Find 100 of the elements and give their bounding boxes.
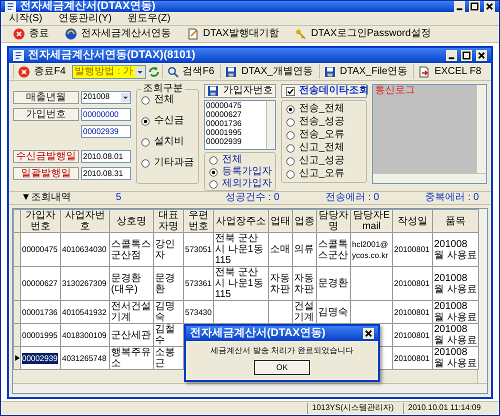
dialog-message: 세금계산서 발송 처리가 완료되었습니다 [210, 345, 354, 357]
radio-button[interactable] [286, 170, 295, 178]
scrollbar[interactable] [476, 85, 486, 173]
stop-icon [18, 66, 30, 78]
ok-button[interactable]: OK [254, 360, 310, 375]
export-icon [418, 66, 430, 78]
close-button[interactable] [363, 328, 374, 339]
list-item[interactable]: 00002939 [206, 137, 266, 146]
close-button[interactable] [484, 1, 495, 12]
toolbar-button[interactable]: 종료F4 [13, 64, 70, 79]
table-cell[interactable]: 소봉근 [155, 347, 182, 369]
status-panel: 2010.10.01 11:14:09 [403, 403, 495, 414]
radio-button[interactable] [286, 130, 295, 140]
date-field[interactable]: 2010.08.31 [81, 166, 131, 180]
document-icon [187, 28, 199, 40]
radio-button[interactable] [209, 168, 218, 176]
radio-button[interactable] [286, 104, 295, 114]
close-button[interactable] [476, 50, 487, 61]
list-item[interactable]: 00000627 [206, 110, 266, 119]
maximize-button[interactable] [461, 50, 472, 61]
radio-button[interactable] [141, 116, 150, 126]
table-cell[interactable]: 김명숙 [155, 301, 182, 323]
result-count: 5 [116, 193, 122, 203]
toolbar-button[interactable]: DTAX_File연동 [318, 64, 412, 79]
radio-label: 전체 [222, 155, 242, 165]
key-icon [294, 28, 307, 40]
checkbox[interactable] [286, 86, 295, 96]
field-label: 매출년월 [13, 90, 79, 104]
scrollbar[interactable] [266, 101, 275, 149]
table-cell[interactable]: 전북 군산시 나운1동 115 [215, 233, 267, 266]
table-cell[interactable]: 201008월 사용료 [434, 347, 477, 369]
status-panel: 1013YS(시스템관리자) [307, 403, 399, 414]
radio-button[interactable] [141, 96, 150, 104]
radio-label: 전송_오류 [299, 130, 345, 140]
app-icon [5, 1, 16, 12]
table-cell[interactable]: 건설기계 [294, 301, 315, 323]
menu-item[interactable]: 윈도우(Z) [128, 14, 170, 24]
list-item[interactable]: 00001736 [206, 119, 266, 128]
field-label: 가입번호 [13, 108, 79, 120]
filter-dropdown[interactable]: 발행방법 : 가 [72, 64, 146, 78]
subscriber-button[interactable]: 가입자번호 [204, 84, 276, 98]
radio-label: 등록가입자 [222, 167, 272, 177]
table-cell[interactable]: 201008월 사용료 [434, 301, 477, 323]
maximize-button[interactable] [469, 1, 480, 12]
column-header[interactable]: 사업장주소 [214, 210, 268, 232]
column-header[interactable]: 담당자명 [316, 210, 350, 232]
column-header[interactable]: 담당자Email [350, 210, 392, 232]
toolbar-button[interactable]: 종료 [13, 28, 49, 40]
column-header[interactable]: 가입자번호 [20, 210, 60, 232]
scrollbar[interactable] [13, 383, 487, 393]
column-header[interactable]: 사업자번호 [60, 210, 110, 232]
radio-button[interactable] [286, 156, 295, 166]
menu-item[interactable]: 시작(S) [9, 14, 42, 24]
radio-button[interactable] [209, 180, 218, 188]
column-header[interactable]: 상호명 [110, 210, 154, 232]
month-dropdown[interactable]: 201008 [81, 90, 131, 104]
date-field[interactable]: 2010.08.01 [81, 150, 131, 162]
toolbar-button[interactable]: DTAX발행대기함 [187, 28, 279, 40]
table-cell[interactable]: 전북 군산시 나운1동 115 [215, 267, 267, 300]
minimize-button[interactable] [454, 1, 465, 12]
column-header[interactable]: 작성일 [392, 210, 432, 232]
radio-button[interactable] [209, 156, 218, 164]
table-cell[interactable]: 김철수 [155, 324, 182, 346]
window-title: 전자세금계산서(DTAX연동) [20, 1, 156, 12]
column-header[interactable]: 대표자명 [154, 210, 184, 232]
toolbar-button[interactable]: DTAX로그인Password설정 [294, 28, 431, 40]
table-cell[interactable]: 행복주유소 [111, 347, 152, 369]
radio-label: 제외가입자 [222, 179, 272, 189]
table-cell[interactable]: 전서건설기계 [111, 301, 152, 323]
refresh-icon[interactable] [148, 66, 160, 78]
stop-icon [13, 28, 25, 40]
minimize-button[interactable] [446, 50, 457, 61]
log-title: 통신로그 [374, 85, 416, 98]
radio-label: 전송_전체 [299, 104, 345, 114]
toolbar-button[interactable]: 전자세금계산서연동 [65, 28, 171, 40]
scrollbar[interactable] [373, 173, 486, 183]
section-title: ▼조회내역 [21, 193, 72, 203]
input-field[interactable]: 00000000 [81, 108, 131, 120]
subscriber-list[interactable]: 00000475 00000627 00001736 00001995 00002939 [204, 100, 276, 150]
radio-button[interactable] [141, 158, 150, 168]
toolbar-button[interactable]: 검색F6 [162, 64, 218, 79]
toolbar-button[interactable]: EXCEL F8 [413, 64, 486, 79]
duplicate-error-count: 중복에러 : 0 [425, 193, 479, 203]
table-cell[interactable]: 201008월 사용료 [434, 324, 477, 346]
column-header[interactable]: 우편번호 [184, 210, 214, 232]
checkbox-label: 전송데이타조회 [299, 86, 369, 96]
radio-button[interactable] [286, 118, 295, 126]
column-header[interactable]: 업종 [292, 210, 316, 232]
column-header[interactable]: 업태 [268, 210, 292, 232]
toolbar-button[interactable]: DTAX_개별연동 [220, 64, 317, 79]
radio-label: 수신금 [154, 116, 184, 126]
menu-item[interactable]: 연동관리(Y) [58, 14, 112, 24]
list-item[interactable]: 00001995 [206, 128, 266, 137]
radio-button[interactable] [141, 138, 150, 146]
table-cell[interactable]: 00002939 [22, 352, 58, 364]
radio-button[interactable] [286, 144, 295, 152]
list-item[interactable]: 00000475 [206, 101, 266, 110]
input-field[interactable]: 00002939 [81, 124, 131, 138]
dialog-title: 전자세금계산서(DTAX연동) [190, 328, 326, 339]
column-header[interactable]: 품목 [432, 210, 478, 232]
